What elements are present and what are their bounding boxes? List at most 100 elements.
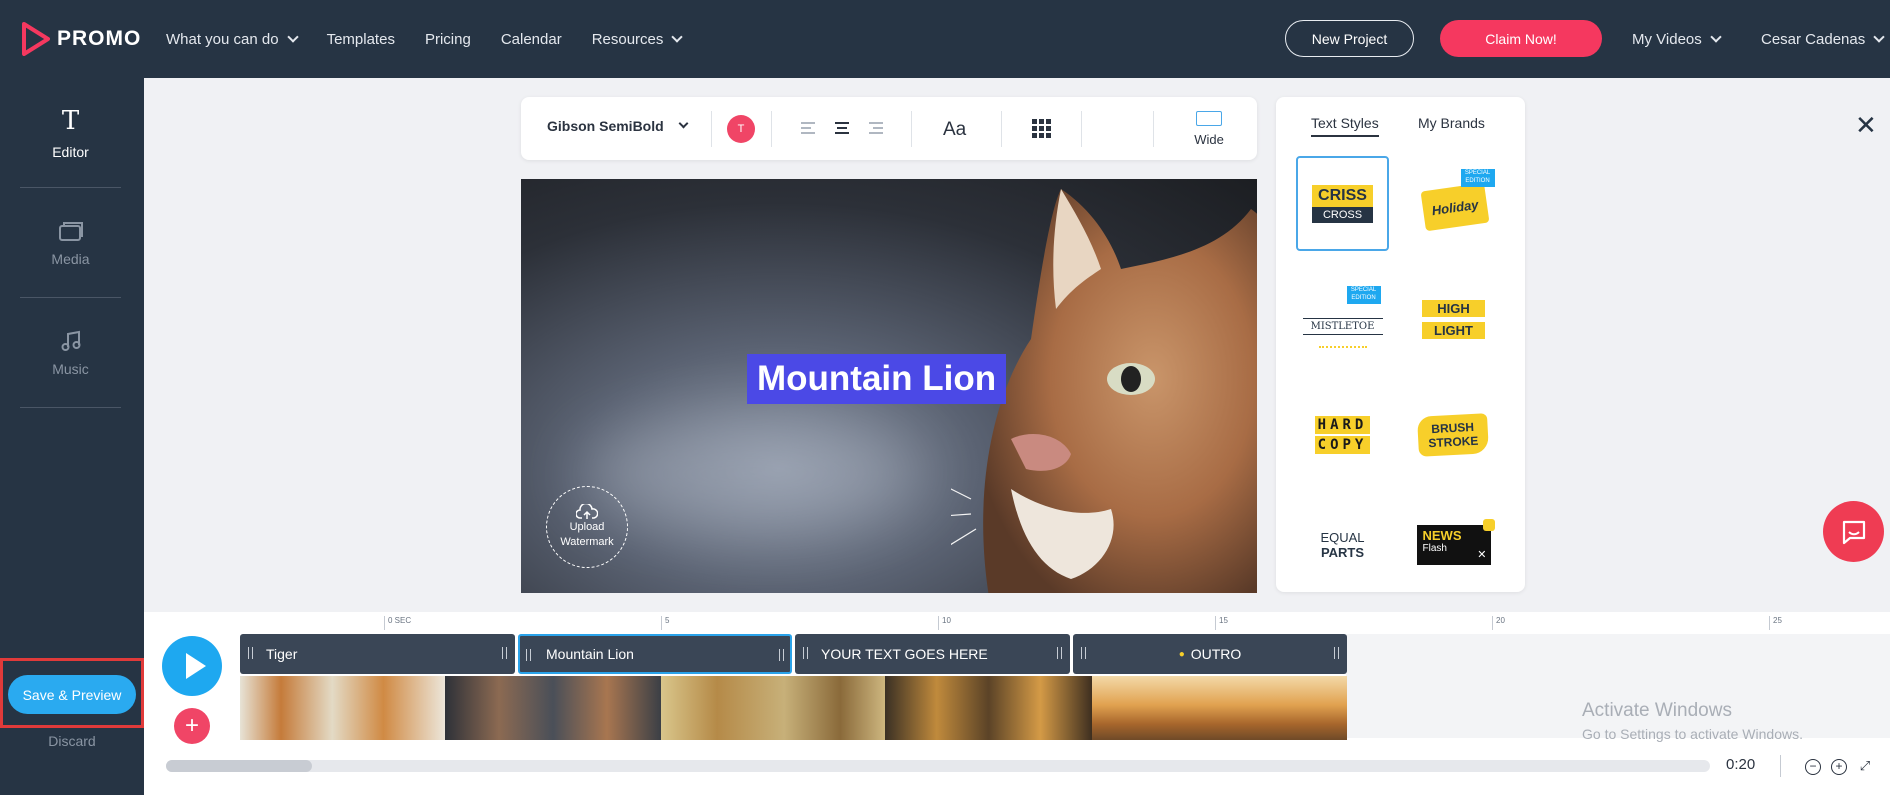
- clip-thumb-cheetah[interactable]: [661, 676, 885, 740]
- align-center-icon[interactable]: [835, 122, 849, 134]
- nav-pricing[interactable]: Pricing: [425, 31, 471, 48]
- zoom-out-button[interactable]: −: [1805, 759, 1821, 775]
- time-readout: 0:20: [1726, 756, 1756, 773]
- text-color-picker[interactable]: T: [727, 115, 755, 143]
- scene-tiger[interactable]: Tiger: [240, 634, 515, 674]
- tab-text-styles[interactable]: Text Styles: [1311, 115, 1379, 137]
- timeline-ruler: 0 SEC 5 10 15 20 25: [384, 612, 1824, 630]
- new-project-button[interactable]: New Project: [1285, 20, 1414, 57]
- nav-what-you-can-do[interactable]: What you can do: [166, 30, 299, 48]
- divider: [771, 111, 772, 147]
- brand-name: PROMO: [57, 27, 142, 50]
- promo-logo[interactable]: PROMO: [20, 22, 141, 56]
- claim-now-button[interactable]: Claim Now!: [1440, 20, 1602, 57]
- hard-copy-preview: HARD COPY: [1314, 415, 1371, 454]
- style-card-high-light[interactable]: HIGH LIGHT: [1407, 272, 1500, 367]
- style-line1: MISTLETOE: [1302, 317, 1383, 335]
- scrollbar-thumb[interactable]: [166, 760, 312, 772]
- text-toolbar: Gibson SemiBold T Aa Wide: [521, 97, 1257, 160]
- activate-windows-overlay: Activate Windows Go to Settings to activ…: [1582, 700, 1803, 742]
- nav-label: Templates: [326, 30, 395, 48]
- style-card-news-flash[interactable]: NEWS Flash ✕: [1407, 497, 1500, 592]
- nav-label: Calendar: [500, 30, 562, 48]
- chat-support-button[interactable]: [1823, 501, 1884, 562]
- video-preview-stage[interactable]: Mountain Lion Upload Watermark: [521, 179, 1257, 593]
- clip-thumb-tiger[interactable]: [240, 676, 445, 740]
- drag-handle-icon[interactable]: [779, 649, 784, 661]
- close-icon: ✕: [1477, 548, 1487, 561]
- sidebar-item-media[interactable]: Media: [20, 188, 121, 298]
- scene-mountain-lion[interactable]: Mountain Lion: [518, 634, 792, 674]
- discard-link[interactable]: Discard: [0, 733, 144, 749]
- style-card-hard-copy[interactable]: HARD COPY: [1296, 387, 1389, 482]
- font-selector[interactable]: Gibson SemiBold: [547, 118, 689, 134]
- style-line2: STROKE: [1428, 433, 1480, 450]
- user-name: Cesar Cadenas: [1761, 30, 1866, 48]
- text-T-icon: T: [61, 105, 80, 136]
- aspect-label: Wide: [1194, 132, 1224, 147]
- add-scene-button[interactable]: +: [174, 708, 210, 744]
- drag-handle-icon[interactable]: [1334, 647, 1339, 659]
- upload-watermark-button[interactable]: Upload Watermark: [546, 486, 628, 568]
- font-name: Gibson SemiBold: [547, 118, 664, 134]
- clip-thumb-lion[interactable]: [1092, 676, 1347, 740]
- caption-text-mountain-lion[interactable]: Mountain Lion: [747, 354, 1007, 404]
- sidebar-item-editor[interactable]: T Editor: [20, 78, 121, 188]
- clip-thumb-leopard[interactable]: [885, 676, 1092, 740]
- style-line1: EQUAL: [1320, 529, 1365, 545]
- sidebar-item-music[interactable]: Music: [20, 298, 121, 408]
- nav-resources[interactable]: Resources: [591, 30, 684, 48]
- style-card-brush-stroke[interactable]: BRUSH STROKE: [1407, 387, 1500, 482]
- expand-icon[interactable]: ⤢: [1857, 759, 1873, 775]
- save-preview-button[interactable]: Save & Preview: [8, 675, 136, 714]
- style-line1: Holiday: [1420, 182, 1489, 231]
- promo-logo-icon: [22, 22, 50, 56]
- drag-handle-icon[interactable]: [803, 647, 808, 659]
- criss-cross-preview: CRISS CROSS: [1312, 184, 1373, 223]
- text-case-button[interactable]: Aa: [943, 119, 966, 141]
- style-card-holiday[interactable]: Holiday SPECIAL EDITION: [1407, 156, 1500, 251]
- outro-dot-icon: ●: [1178, 648, 1185, 660]
- drag-handle-icon[interactable]: [502, 647, 507, 659]
- aspect-ratio-button[interactable]: Wide: [1189, 111, 1229, 147]
- style-line2: LIGHT: [1422, 322, 1485, 339]
- divider: [1780, 755, 1781, 777]
- align-left-icon[interactable]: [801, 122, 815, 134]
- divider: [711, 111, 712, 147]
- activate-title: Activate Windows: [1582, 700, 1732, 721]
- drag-handle-icon[interactable]: [526, 649, 531, 661]
- nav-calendar[interactable]: Calendar: [501, 31, 562, 48]
- user-menu[interactable]: Cesar Cadenas: [1761, 0, 1885, 78]
- my-videos-menu[interactable]: My Videos: [1632, 0, 1722, 78]
- style-line1: HARD: [1314, 415, 1371, 434]
- style-card-equal-parts[interactable]: EQUAL PARTS: [1296, 497, 1389, 592]
- mistletoe-preview: SPECIAL EDITION MISTLETOE: [1302, 282, 1383, 358]
- sidebar-item-label: Media: [51, 250, 90, 267]
- close-icon[interactable]: ✕: [1855, 110, 1877, 141]
- scene-your-text[interactable]: YOUR TEXT GOES HERE: [795, 634, 1070, 674]
- tick-label: 25: [1769, 616, 1782, 630]
- scene-label: Mountain Lion: [546, 646, 634, 662]
- drag-handle-icon[interactable]: [1081, 647, 1086, 659]
- style-card-criss-cross[interactable]: CRISS CROSS: [1296, 156, 1389, 251]
- style-card-mistletoe[interactable]: SPECIAL EDITION MISTLETOE: [1296, 272, 1389, 367]
- divider: [1081, 111, 1082, 147]
- scene-outro[interactable]: ● OUTRO: [1073, 634, 1347, 674]
- activate-subtitle: Go to Settings to activate Windows.: [1582, 726, 1803, 742]
- grid-icon[interactable]: [1032, 119, 1051, 138]
- align-right-icon[interactable]: [869, 122, 883, 134]
- zoom-in-button[interactable]: +: [1831, 759, 1847, 775]
- drag-handle-icon[interactable]: [1057, 647, 1062, 659]
- drag-handle-icon[interactable]: [248, 647, 253, 659]
- nav-templates[interactable]: Templates: [327, 31, 395, 48]
- nav-label: Resources: [591, 30, 664, 48]
- tick-label: 5: [661, 616, 669, 630]
- nav-label: What you can do: [166, 30, 279, 48]
- scene-label: YOUR TEXT GOES HERE: [821, 646, 988, 662]
- play-button[interactable]: [162, 636, 222, 696]
- tab-my-brands[interactable]: My Brands: [1418, 115, 1485, 131]
- timeline-scrollbar[interactable]: [166, 760, 1710, 772]
- clip-thumb-mountain-lion[interactable]: [445, 676, 661, 740]
- scene-label: OUTRO: [1190, 646, 1242, 662]
- news-flash-preview: NEWS Flash ✕: [1416, 518, 1495, 565]
